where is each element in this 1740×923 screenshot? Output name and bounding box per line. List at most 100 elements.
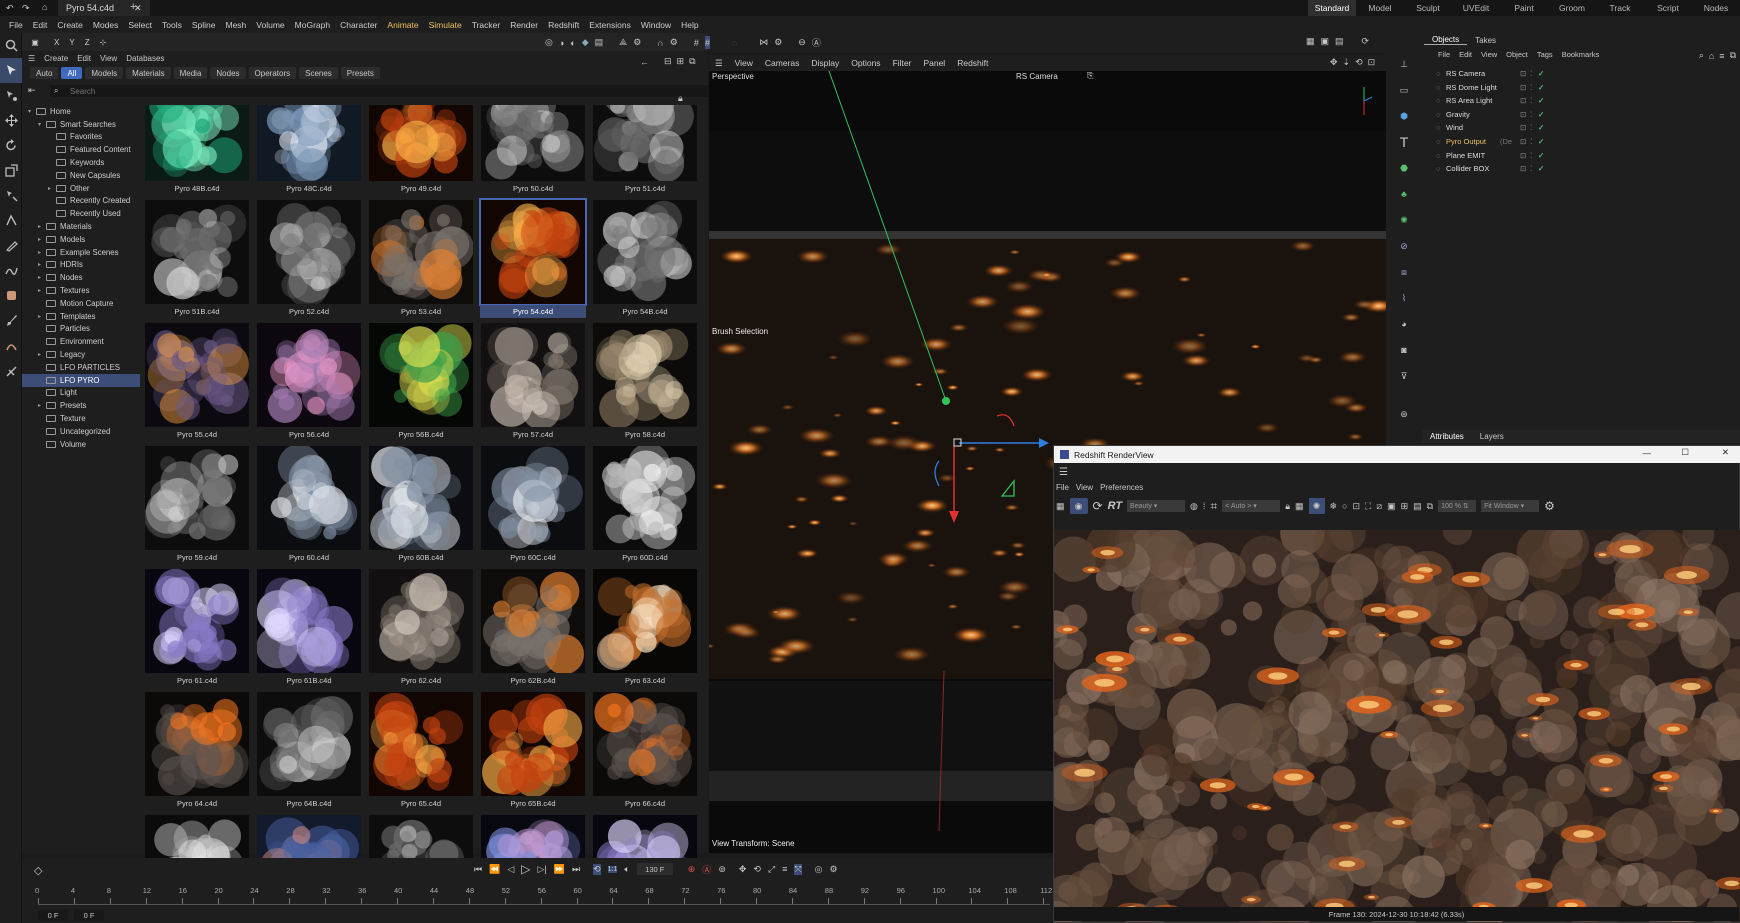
compare-icon[interactable]: ⧄: [1376, 501, 1382, 512]
objects-menu-view[interactable]: View: [1481, 50, 1497, 59]
asset-tile[interactable]: [256, 815, 362, 861]
objects-menu-object[interactable]: Object: [1506, 50, 1528, 59]
objects-search-icon[interactable]: ⌕: [1699, 50, 1704, 61]
object-mode-icon[interactable]: Ⓐ: [812, 36, 821, 49]
asset-tile[interactable]: Pyro 54B.c4d: [592, 200, 698, 321]
renderview-hamburger-icon[interactable]: ☰: [1059, 467, 1068, 478]
visibility-dots-icon[interactable]: ⁚: [1530, 110, 1532, 119]
dolly-icon[interactable]: ⇣: [1343, 57, 1351, 68]
aov-select[interactable]: Beauty ▾: [1127, 500, 1186, 512]
tab-attributes[interactable]: Attributes: [1422, 432, 1472, 441]
copy-icon[interactable]: ⧉: [1427, 501, 1433, 512]
layout-tab-sculpt[interactable]: Sculpt: [1404, 0, 1452, 16]
end-frame-field[interactable]: 0 F: [74, 910, 104, 921]
spline-icon[interactable]: ⌇: [1390, 289, 1418, 307]
filter-models[interactable]: Models: [85, 67, 124, 79]
rerender-icon[interactable]: ⟳: [1093, 499, 1103, 513]
tab-takes[interactable]: Takes: [1467, 36, 1504, 45]
render-settings-icon[interactable]: ◆: [582, 36, 589, 49]
expand-arrow-icon[interactable]: ▸: [38, 402, 46, 409]
tree-item[interactable]: ▸ Presets: [22, 399, 140, 412]
ab-menu-edit[interactable]: Edit: [77, 54, 91, 63]
renderview-settings-icon[interactable]: ⚙: [1544, 499, 1555, 513]
tree-item[interactable]: ▸ Other: [22, 182, 140, 195]
circle-icon[interactable]: ○: [1342, 501, 1347, 511]
scale-tool-icon[interactable]: [0, 158, 22, 183]
asset-tile[interactable]: Pyro 57.c4d: [480, 323, 586, 444]
ab-menu-create[interactable]: Create: [44, 54, 68, 63]
camera-icon[interactable]: ◙: [1390, 341, 1418, 359]
menu-mesh[interactable]: Mesh: [226, 20, 247, 30]
axis-icon[interactable]: ⟁: [619, 36, 627, 49]
tag-icon[interactable]: ⊛: [1390, 405, 1418, 423]
lock-render-icon[interactable]: 🔒︎: [1285, 501, 1290, 512]
crop-grid-icon[interactable]: ⁞: [1203, 501, 1206, 511]
tree-item[interactable]: Motion Capture: [22, 297, 140, 310]
expand-arrow-icon[interactable]: ▸: [48, 185, 56, 192]
filter-nodes[interactable]: Nodes: [210, 67, 246, 79]
filter-all[interactable]: All: [61, 67, 83, 79]
asset-tile[interactable]: Pyro 63.c4d: [592, 569, 698, 690]
snowflake-icon[interactable]: ❄: [1330, 501, 1338, 512]
select-tool-icon[interactable]: [0, 58, 22, 83]
renderview-titlebar[interactable]: Redshift RenderView — ☐ ✕: [1054, 446, 1740, 463]
collapse-tree-icon[interactable]: ⇤: [28, 85, 36, 96]
menu-tools[interactable]: Tools: [162, 20, 182, 30]
render-queue-icon[interactable]: ▤: [595, 36, 604, 49]
asset-tile[interactable]: Pyro 52.c4d: [256, 200, 362, 321]
asset-tile[interactable]: Pyro 62B.c4d: [480, 569, 586, 690]
visibility-dots-icon[interactable]: ⁚: [1530, 83, 1532, 92]
object-row[interactable]: ◌ RS Dome Light ⊡ ⁚ ✓: [1422, 81, 1740, 94]
x-axis-toggle[interactable]: X: [54, 38, 59, 47]
z-axis-toggle[interactable]: Z: [85, 38, 90, 47]
tree-item[interactable]: ▸ Textures: [22, 284, 140, 297]
timeline-ruler[interactable]: 0 4 8 12 16 20 24 28 32 36 40 44 48 52 56 60 64 68 72 76 80 8…: [22, 858, 1053, 918]
brush-tool-icon[interactable]: [0, 308, 22, 333]
expand-arrow-icon[interactable]: ▸: [38, 287, 46, 294]
expand-arrow-icon[interactable]: ▸: [38, 261, 46, 268]
enabled-check-icon[interactable]: ✓: [1538, 110, 1544, 119]
asset-browser-layout-icon[interactable]: ▣: [25, 38, 45, 47]
start-frame-field[interactable]: 0 F: [38, 910, 68, 921]
magnet-tool-icon[interactable]: [0, 333, 22, 358]
tree-item[interactable]: Texture: [22, 412, 140, 425]
viewport-menu-options[interactable]: Options: [851, 58, 880, 68]
filter-scenes[interactable]: Scenes: [299, 67, 338, 79]
object-row[interactable]: ◌ RS Area Light ⊡ ⁚ ✓: [1422, 94, 1740, 107]
asset-tile[interactable]: Pyro 54.c4d: [479, 198, 587, 321]
cloner-icon[interactable]: ♣: [1390, 185, 1418, 203]
null-object-icon[interactable]: ⊥: [1390, 55, 1418, 73]
render-active-view-icon[interactable]: ▣: [1321, 36, 1330, 47]
objects-filter-icon[interactable]: ≡: [1719, 51, 1724, 61]
viewport-menu-display[interactable]: Display: [811, 58, 839, 68]
search-icon[interactable]: [0, 33, 22, 58]
rendered-image[interactable]: [1054, 530, 1740, 922]
enabled-check-icon[interactable]: ✓: [1538, 123, 1544, 132]
viewport-menu-filter[interactable]: Filter: [893, 58, 912, 68]
filter-auto[interactable]: Auto: [30, 67, 59, 79]
asset-tile[interactable]: Pyro 55.c4d: [144, 323, 250, 444]
layer-icon[interactable]: ⊡: [1520, 110, 1526, 119]
tree-item[interactable]: Recently Used: [22, 207, 140, 220]
asset-tile[interactable]: Pyro 65.c4d: [368, 692, 474, 813]
history-icon[interactable]: ▤: [1413, 501, 1422, 512]
layer-icon[interactable]: ⊡: [1520, 83, 1526, 92]
menu-window[interactable]: Window: [641, 20, 671, 30]
tree-item[interactable]: Uncategorized: [22, 425, 140, 438]
object-row[interactable]: ◌ Plane EMIT ⊡ ⁚ ✓: [1422, 149, 1740, 162]
move-tool-icon[interactable]: [0, 108, 22, 133]
expand-arrow-icon[interactable]: ▸: [38, 313, 46, 320]
minimize-icon[interactable]: —: [1643, 448, 1652, 458]
asset-tile[interactable]: Pyro 60D.c4d: [592, 446, 698, 567]
objects-new-panel-icon[interactable]: ⧉: [1730, 50, 1736, 61]
rt-toggle[interactable]: RT: [1108, 500, 1122, 512]
snap-tool-icon[interactable]: [0, 208, 22, 233]
asset-tile[interactable]: Pyro 48C.c4d: [256, 105, 362, 198]
menu-select[interactable]: Select: [128, 20, 152, 30]
deformer-icon[interactable]: ⊘: [1390, 237, 1418, 255]
asset-tile[interactable]: [592, 815, 698, 861]
render-view-icon[interactable]: ◑: [559, 36, 564, 49]
asset-tile[interactable]: Pyro 49.c4d: [368, 105, 474, 198]
renderview-menu-file[interactable]: File: [1056, 483, 1069, 492]
menu-create[interactable]: Create: [57, 20, 83, 30]
